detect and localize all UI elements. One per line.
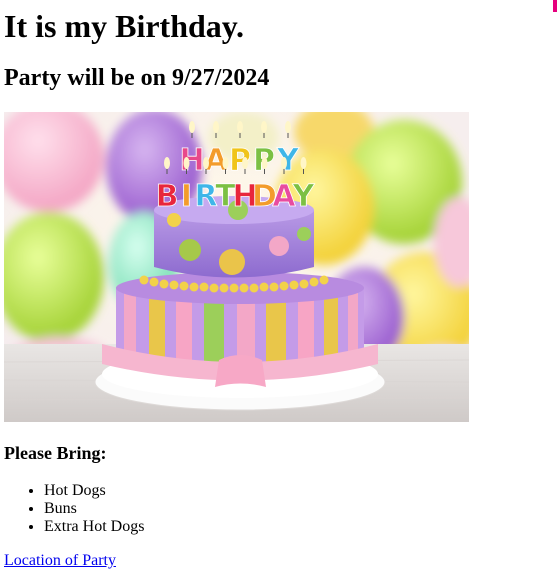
page-title: It is my Birthday. (4, 8, 245, 44)
candle-flame (183, 157, 190, 169)
candle-flame (203, 157, 209, 169)
page: It is my Birthday. Party will be on 9/27… (0, 0, 559, 573)
candle-flame (281, 157, 287, 169)
list-item: Hot Dogs (44, 482, 144, 500)
candle-flame (261, 157, 268, 169)
birthday-candle-letter: R (194, 179, 217, 214)
candle-flame (300, 157, 307, 169)
list-item: Buns (44, 500, 144, 518)
candle-flame (164, 157, 170, 169)
candle-flame (261, 121, 267, 133)
candle-flame (242, 157, 248, 169)
birthday-cake-image: HAPPYBIRTHDAY (4, 112, 469, 422)
location-of-party-link[interactable]: Location of Party (4, 552, 116, 570)
bring-list-label: Please Bring: (4, 443, 107, 463)
candle-flame (285, 121, 291, 133)
candle-flame (222, 157, 229, 169)
bring-list: Hot Dogs Buns Extra Hot Dogs (4, 482, 144, 536)
candle-flame (237, 121, 243, 133)
birthday-candle-letter: I (181, 179, 192, 214)
birthday-candle-letter: Y (292, 179, 316, 214)
cake-illustration: HAPPYBIRTHDAY (4, 112, 469, 422)
party-date-heading: Party will be on 9/27/2024 (4, 65, 270, 91)
list-item: Extra Hot Dogs (44, 518, 144, 536)
candle-flame (213, 121, 219, 133)
corner-marker (553, 0, 557, 12)
happy-candle-letter: Y (276, 143, 300, 178)
happy-candle-letter: H (179, 143, 204, 178)
birthday-candle-letter: B (156, 179, 179, 214)
candle-flame (189, 121, 195, 133)
